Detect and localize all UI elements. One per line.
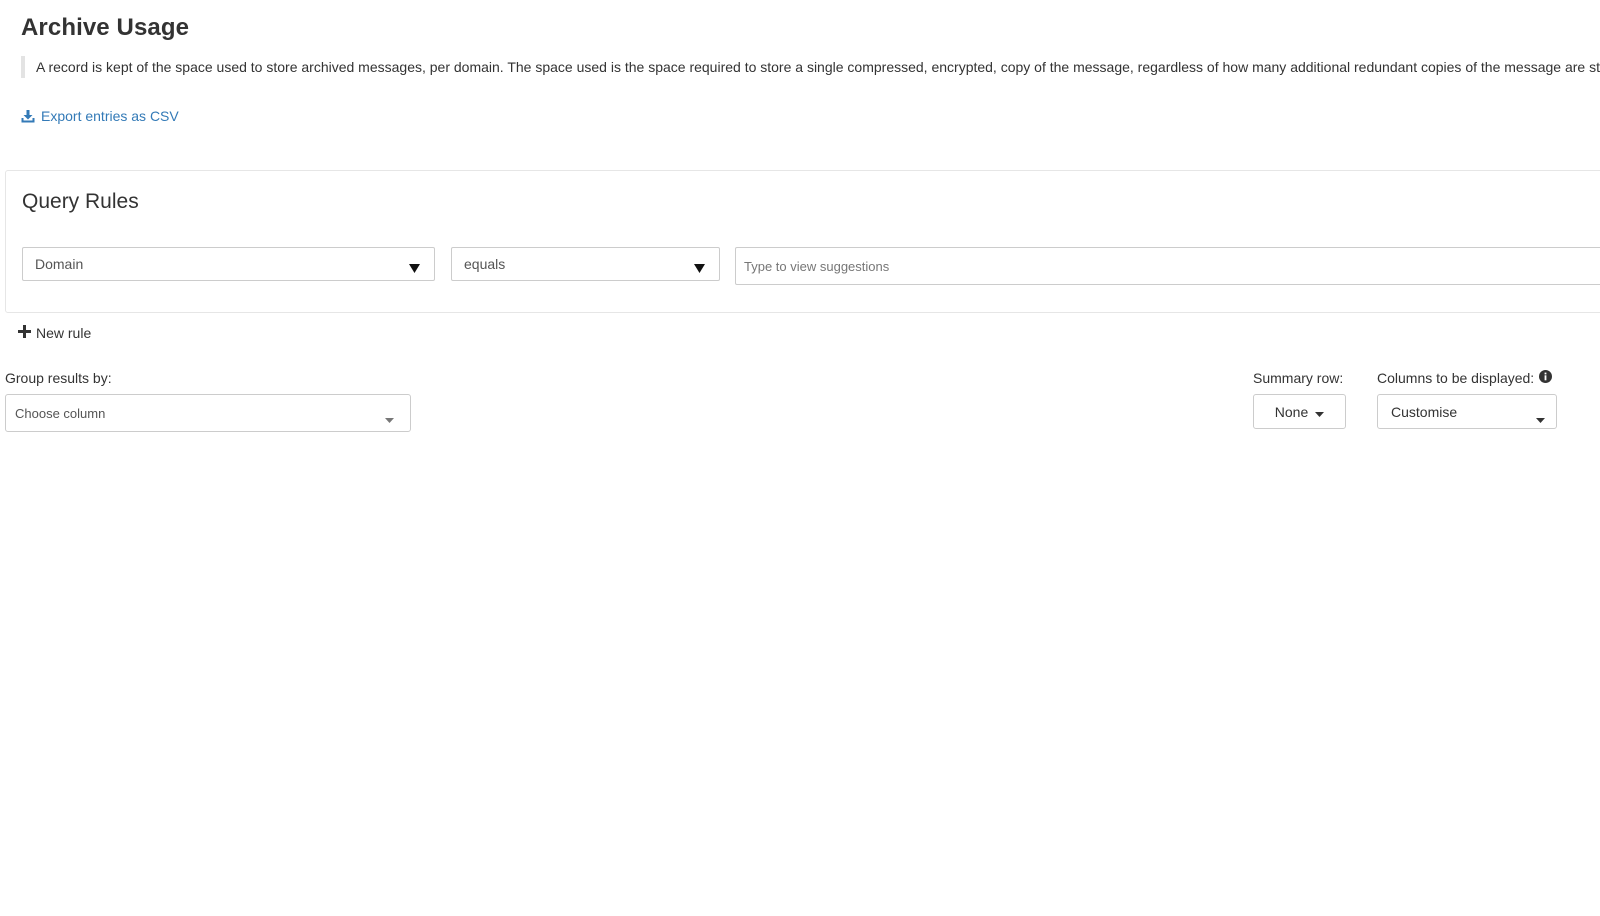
group-results-select[interactable]: Choose column <box>5 394 411 432</box>
columns-displayed-label-text: Columns to be displayed: <box>1377 370 1535 386</box>
export-csv-link[interactable]: Export entries as CSV <box>21 108 179 124</box>
plus-icon <box>18 325 31 341</box>
rule-operator-select[interactable]: equals <box>451 247 720 281</box>
columns-customise-value: Customise <box>1391 403 1458 420</box>
columns-displayed-label: Columns to be displayed: <box>1377 370 1553 386</box>
new-rule-button[interactable]: New rule <box>18 325 91 341</box>
summary-row-value: None <box>1274 403 1309 420</box>
download-icon <box>21 109 35 123</box>
query-rules-title: Query Rules <box>22 190 139 213</box>
caret-down-icon <box>1315 404 1325 420</box>
page: Archive Usage A record is kept of the sp… <box>0 0 1600 916</box>
rule-value-input[interactable] <box>735 247 1600 285</box>
page-title: Archive Usage <box>21 14 190 41</box>
query-rules-panel: Query Rules Domain equals <box>5 170 1600 313</box>
caret-down-icon <box>1536 410 1545 426</box>
new-rule-label: New rule <box>36 325 92 341</box>
group-results-label: Group results by: <box>5 370 112 386</box>
summary-row-label: Summary row: <box>1253 370 1344 386</box>
rule-operator-value: equals <box>464 256 506 272</box>
info-circle-icon[interactable] <box>1539 370 1553 386</box>
rule-field-value: Domain <box>35 256 84 272</box>
export-csv-label: Export entries as CSV <box>41 108 179 124</box>
caret-down-icon <box>694 260 705 276</box>
caret-down-icon <box>385 411 394 426</box>
page-description: A record is kept of the space used to st… <box>21 56 1600 78</box>
caret-down-icon <box>409 260 420 276</box>
summary-row-dropdown[interactable]: None <box>1253 394 1346 429</box>
columns-customise-dropdown[interactable]: Customise <box>1377 394 1557 429</box>
group-results-placeholder: Choose column <box>15 405 106 421</box>
rule-field-select[interactable]: Domain <box>22 247 435 281</box>
